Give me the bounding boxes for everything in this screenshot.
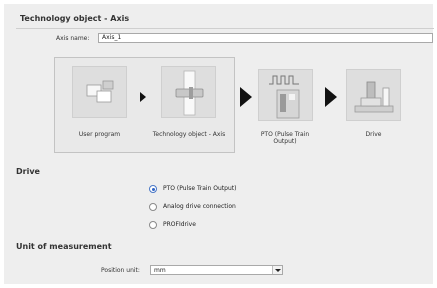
axis-object-icon <box>175 70 204 116</box>
axis-config-panel: Technology object - Axis Axis name: Axis… <box>4 4 434 284</box>
pto-caption: PTO (Pulse Train Output) <box>260 131 310 145</box>
pto-tile <box>258 69 313 121</box>
drive-option-label: PROFIdrive <box>163 221 196 228</box>
unit-section-title: Unit of measurement <box>16 242 112 251</box>
radio-selected-icon[interactable] <box>149 185 157 193</box>
drive-motor-icon <box>354 81 394 113</box>
drive-caption: Drive <box>365 131 382 138</box>
arrow-right-icon <box>140 92 146 102</box>
section-title-technology-object: Technology object - Axis <box>20 14 130 23</box>
drive-option-label: PTO (Pulse Train Output) <box>163 185 237 192</box>
drive-option-label: Analog drive connection <box>163 203 236 210</box>
user-program-caption: User program <box>78 131 121 138</box>
arrow-right-icon <box>325 87 337 107</box>
radio-unselected-icon[interactable] <box>149 203 157 211</box>
program-blocks-icon <box>86 80 114 103</box>
drive-tile <box>346 69 401 121</box>
position-unit-value: mm <box>154 267 166 274</box>
axis-name-input[interactable]: Axis_1 <box>98 33 433 43</box>
drive-section-title: Drive <box>16 167 40 176</box>
technology-object-tile <box>161 66 216 118</box>
position-unit-select[interactable]: mm <box>150 265 283 275</box>
user-program-tile <box>72 66 127 118</box>
axis-name-label: Axis name: <box>56 35 90 42</box>
header-divider <box>16 28 434 29</box>
radio-unselected-icon[interactable] <box>149 221 157 229</box>
pulse-train-icon <box>269 75 300 119</box>
technology-object-caption: Technology object - Axis <box>152 131 226 138</box>
arrow-right-icon <box>240 87 252 107</box>
position-unit-label: Position unit: <box>101 267 140 274</box>
chevron-down-icon[interactable] <box>272 266 282 274</box>
